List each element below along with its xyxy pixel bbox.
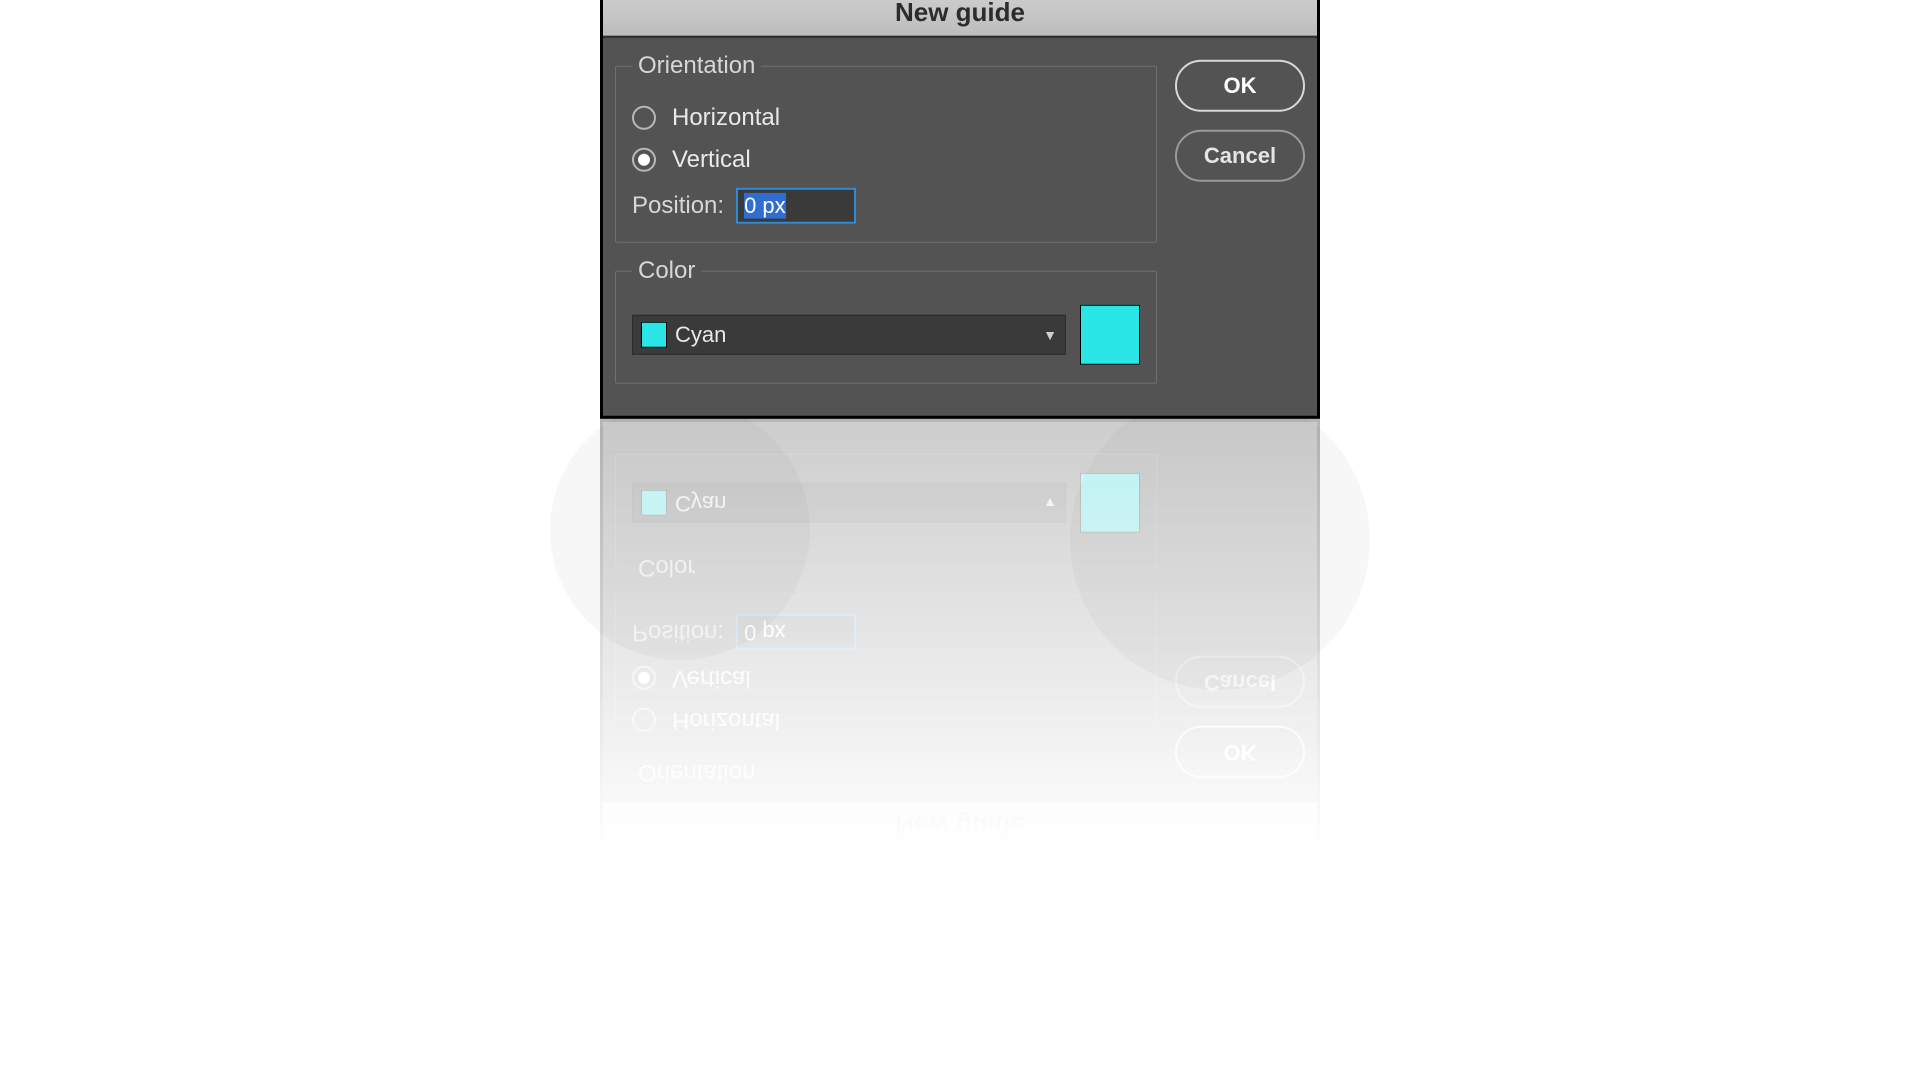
orientation-legend: Orientation xyxy=(632,52,761,80)
color-select[interactable]: Cyan ▼ xyxy=(632,315,1066,355)
cancel-button[interactable]: Cancel xyxy=(1175,130,1305,182)
orientation-vertical-label: Vertical xyxy=(672,146,751,174)
color-swatch[interactable] xyxy=(1080,305,1140,365)
color-select-swatch-icon xyxy=(641,322,667,348)
radio-icon xyxy=(632,106,656,130)
color-group: Color Cyan ▼ xyxy=(615,257,1157,384)
position-row: Position: xyxy=(632,188,1140,224)
position-label: Position: xyxy=(632,192,724,220)
new-guide-dialog: New guide Orientation Horizontal Vertica… xyxy=(600,0,1320,419)
dialog-body: Orientation Horizontal Vertical Position… xyxy=(603,38,1317,416)
orientation-vertical-option[interactable]: Vertical xyxy=(632,146,1140,174)
color-select-label: Cyan xyxy=(675,322,1043,348)
dialog-title: New guide xyxy=(603,0,1317,38)
orientation-horizontal-option[interactable]: Horizontal xyxy=(632,104,1140,132)
orientation-horizontal-label: Horizontal xyxy=(672,104,780,132)
chevron-down-icon: ▼ xyxy=(1043,327,1057,343)
dialog-reflection: New guide Orientation Horizontal Vertica… xyxy=(600,419,1320,852)
orientation-group: Orientation Horizontal Vertical Position… xyxy=(615,52,1157,243)
color-legend: Color xyxy=(632,257,701,285)
radio-icon xyxy=(632,148,656,172)
position-input[interactable] xyxy=(736,188,856,224)
ok-button[interactable]: OK xyxy=(1175,60,1305,112)
